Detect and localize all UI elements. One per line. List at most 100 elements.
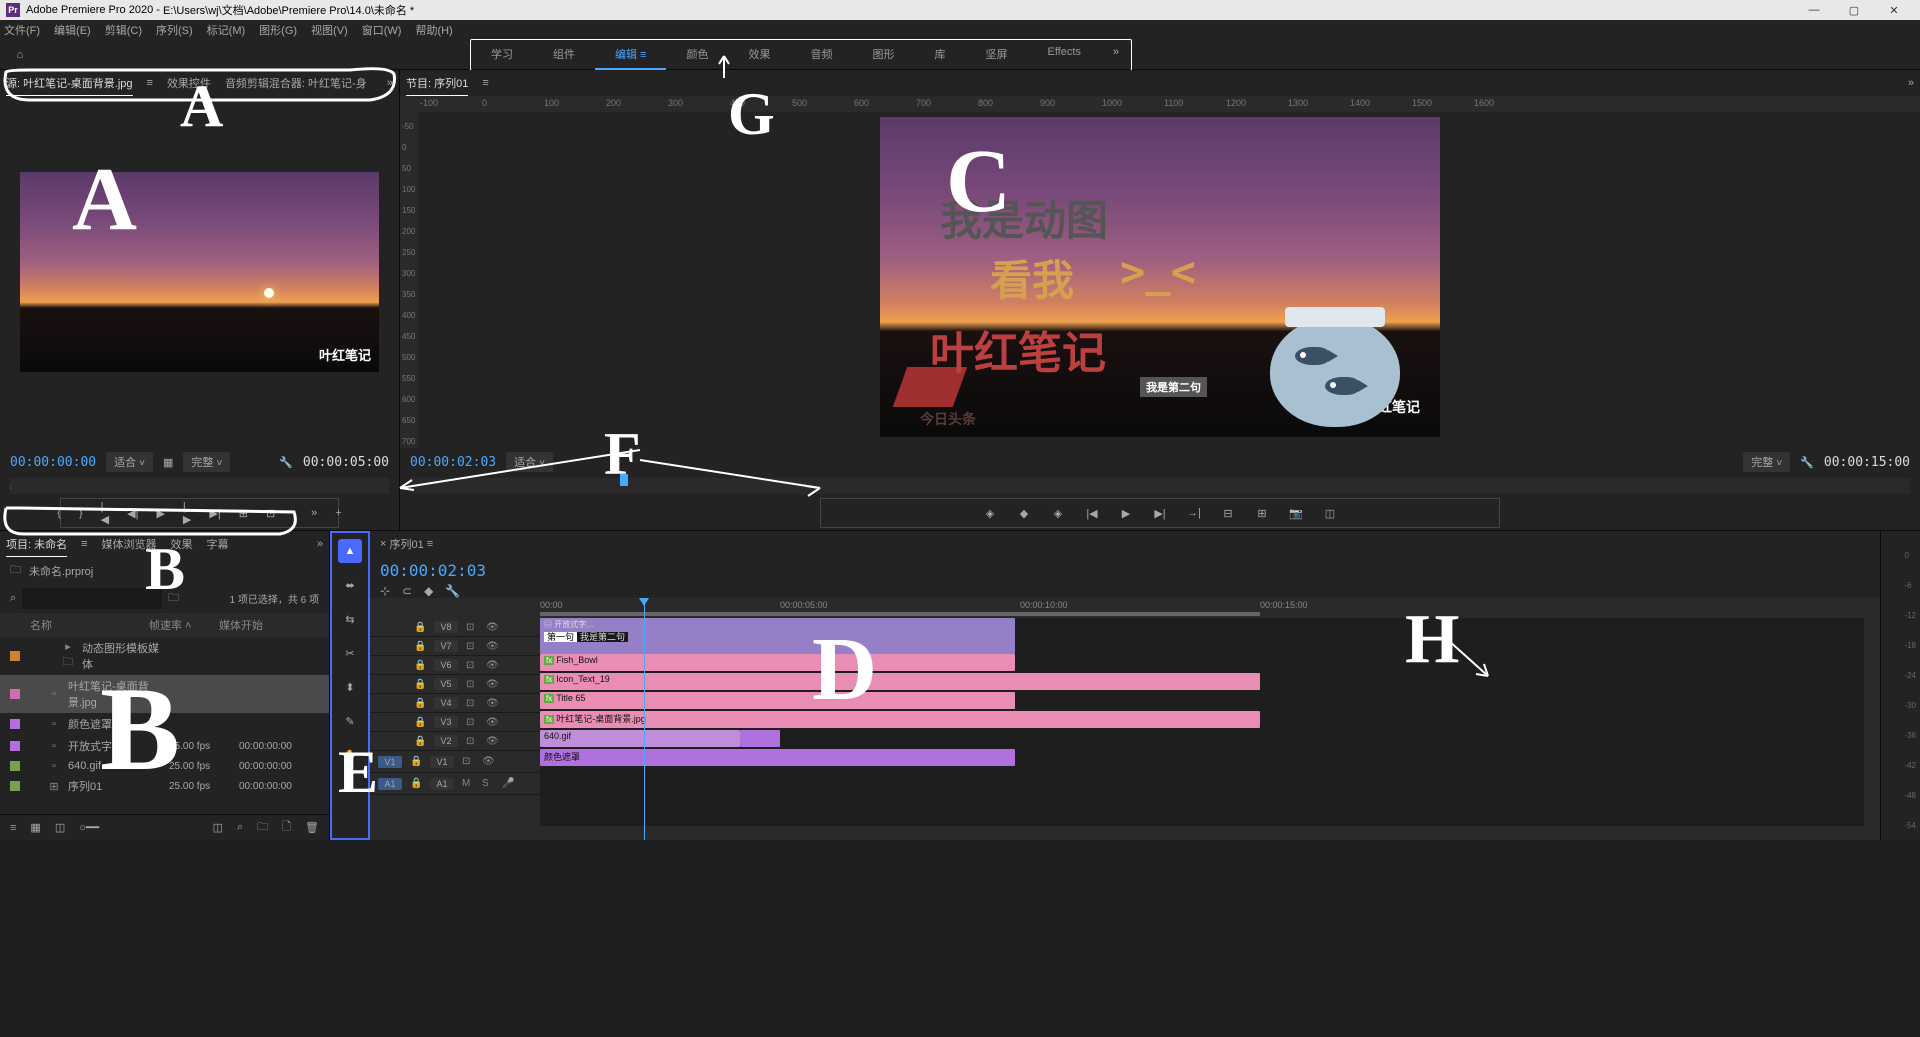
mute-icon[interactable]: M [462, 778, 474, 789]
freeform-view-button[interactable]: ◫ [55, 821, 65, 834]
track-header-V1[interactable]: V1🔒 V1 ⊡ 👁 [370, 751, 540, 773]
lock-icon[interactable]: 🔒 [414, 622, 426, 633]
tool-razor[interactable]: ✂ [338, 641, 362, 665]
go-to-out-button[interactable]: ▶| [209, 505, 220, 521]
source-patch[interactable]: A1 [378, 778, 402, 790]
timeline-clip[interactable]: fx叶红笔记-桌面背景.jpg [540, 711, 1260, 728]
menu-文件(F)[interactable]: 文件(F) [4, 22, 40, 38]
mute-icon[interactable]: ⊡ [462, 756, 474, 767]
track-target[interactable]: V2 [434, 735, 458, 747]
workspace-tab-图形[interactable]: 图形 [852, 40, 914, 70]
mute-icon[interactable]: ⊡ [466, 717, 478, 728]
track-target[interactable]: A1 [430, 778, 454, 790]
close-button[interactable]: ✕ [1874, 0, 1914, 20]
play-button[interactable]: ▶ [156, 505, 164, 521]
insert-button[interactable]: ⊞ [239, 505, 248, 521]
work-area-bar[interactable] [540, 612, 1260, 616]
workspace-tab-库[interactable]: 库 [914, 40, 965, 70]
workspace-tab-Effects[interactable]: Effects [1027, 40, 1100, 70]
lock-icon[interactable]: 🔒 [410, 778, 422, 789]
lock-icon[interactable]: 🔒 [414, 660, 426, 671]
linked-selection-button[interactable]: ⊂ [402, 584, 412, 598]
tab-menu-icon[interactable]: ≡ [424, 538, 433, 550]
menu-序列(S)[interactable]: 序列(S) [156, 22, 193, 38]
toggle-output-icon[interactable]: 👁 [486, 660, 498, 671]
captions-tab[interactable]: 字幕 [207, 532, 229, 556]
snap-button[interactable]: ⊹ [380, 584, 390, 598]
track-target[interactable]: V4 [434, 697, 458, 709]
tool-pen[interactable]: ✎ [338, 709, 362, 733]
project-tab[interactable]: 项目: 未命名 [6, 532, 67, 557]
wrench-icon[interactable]: 🔧 [279, 456, 293, 469]
lock-icon[interactable]: 🔒 [414, 717, 426, 728]
voice-over-icon[interactable]: 🎤 [502, 778, 514, 789]
new-bin-icon[interactable]: 🗀 [168, 589, 179, 608]
quality-icon[interactable]: ▦ [163, 456, 173, 469]
go-to-in-button[interactable]: |◀ [1084, 505, 1100, 521]
track-target[interactable]: V5 [434, 678, 458, 690]
program-fit-dropdown[interactable]: 适合 ˅ [506, 452, 553, 472]
lock-icon[interactable]: 🔒 [410, 756, 422, 767]
timeline-ruler[interactable]: 00:0000:00:05:0000:00:10:0000:00:15:00 [540, 598, 1864, 618]
menu-标记(M)[interactable]: 标记(M) [207, 22, 246, 38]
workspace-tab-音频[interactable]: 音频 [790, 40, 852, 70]
toggle-output-icon[interactable]: 👁 [486, 641, 498, 652]
project-search-input[interactable] [22, 588, 162, 609]
workspace-tab-颜色[interactable]: 颜色 [666, 40, 728, 70]
toggle-output-icon[interactable]: 👁 [486, 698, 498, 709]
step-back-button[interactable]: ◀| [127, 505, 138, 521]
track-header-A1[interactable]: A1🔒 A1 M S 🎤 [370, 773, 540, 795]
minimize-button[interactable]: — [1794, 0, 1834, 20]
playhead[interactable] [644, 598, 645, 840]
mute-icon[interactable]: ⊡ [466, 660, 478, 671]
program-timecode[interactable]: 00:00:02:03 [410, 455, 496, 470]
menu-帮助(H)[interactable]: 帮助(H) [415, 22, 452, 38]
project-item[interactable]: ▫ 叶红笔记-桌面背景.jpg [0, 675, 329, 713]
settings-button[interactable]: 🔧 [445, 584, 460, 598]
timeline-clip[interactable] [740, 730, 780, 747]
tool-track-select[interactable]: ⬌ [338, 573, 362, 597]
track-header-V2[interactable]: 🔒 V2 ⊡ 👁 [370, 732, 540, 751]
track-header-V3[interactable]: 🔒 V3 ⊡ 👁 [370, 713, 540, 732]
workspace-tab-坚屏[interactable]: 坚屏 [965, 40, 1027, 70]
track-target[interactable]: V6 [434, 659, 458, 671]
timeline-v-scrollbar[interactable]: ○ [1864, 598, 1880, 840]
sequence-tab[interactable]: 序列01 [390, 536, 424, 552]
list-view-button[interactable]: ≡ [10, 822, 16, 834]
lock-icon[interactable]: 🔒 [414, 698, 426, 709]
mute-icon[interactable]: ⊡ [466, 641, 478, 652]
comparison-button[interactable]: ◫ [1322, 505, 1338, 521]
program-quality-dropdown[interactable]: 完整 ˅ [1743, 452, 1790, 472]
workspace-overflow-icon[interactable]: » [1101, 40, 1131, 70]
timeline-clip[interactable]: 640.gif [540, 730, 740, 747]
workspace-tab-学习[interactable]: 学习 [471, 40, 533, 70]
lift-button[interactable]: ⊟ [1220, 505, 1236, 521]
tool-ripple[interactable]: ⇆ [338, 607, 362, 631]
zoom-slider[interactable]: ○━━ [79, 821, 99, 834]
workspace-tab-组件[interactable]: 组件 [533, 40, 595, 70]
track-header-V7[interactable]: 🔒 V7 ⊡ 👁 [370, 637, 540, 656]
lock-icon[interactable]: 🔒 [414, 641, 426, 652]
step-fwd-button[interactable]: |▶ [183, 505, 191, 521]
mute-icon[interactable]: ⊡ [466, 679, 478, 690]
tab-menu-icon[interactable]: ≡ [147, 77, 153, 89]
tool-type[interactable]: T [338, 777, 362, 801]
tool-hand[interactable]: ✋ [338, 743, 362, 767]
program-monitor[interactable]: -100010020030040050060070080090010001100… [400, 96, 1920, 448]
program-tab[interactable]: 节目: 序列01 [406, 71, 468, 96]
find-button[interactable]: ⌕ [237, 821, 243, 834]
menu-视图(V)[interactable]: 视图(V) [311, 22, 348, 38]
project-item[interactable]: ⊞ 序列01 25.00 fps 00:00:00:00 [0, 775, 329, 797]
timeline-clip[interactable]: ▤ 开放式字…第一句我是第二句 [540, 618, 1015, 654]
add-marker-button[interactable]: ◈ [982, 505, 998, 521]
timeline-clip[interactable]: fxTitle 65 [540, 692, 1015, 709]
button-editor-icon[interactable]: + [335, 505, 341, 521]
toggle-output-icon[interactable]: 👁 [486, 622, 498, 633]
track-header-V5[interactable]: 🔒 V5 ⊡ 👁 [370, 675, 540, 694]
mark-out-button[interactable]: } [79, 505, 83, 521]
media-browser-tab[interactable]: 媒体浏览器 [102, 532, 157, 556]
source-scrubber[interactable] [10, 478, 389, 494]
menu-窗口(W)[interactable]: 窗口(W) [362, 22, 402, 38]
lock-icon[interactable]: 🔒 [414, 679, 426, 690]
menu-图形(G)[interactable]: 图形(G) [259, 22, 297, 38]
